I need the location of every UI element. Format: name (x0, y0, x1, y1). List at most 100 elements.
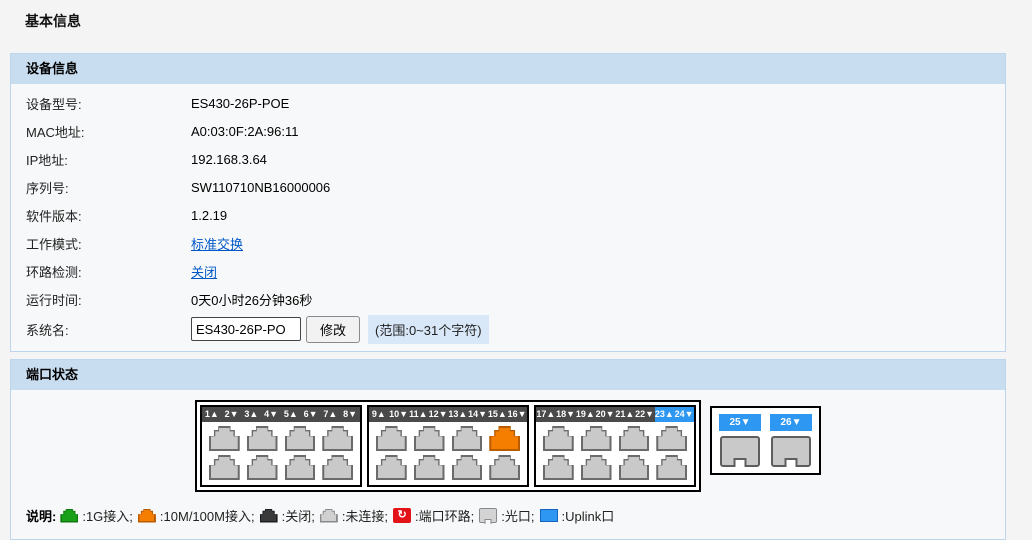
fiber-port-box: 25▼ 26▼ (710, 406, 821, 475)
port-25[interactable] (720, 436, 760, 467)
port-17[interactable] (543, 426, 574, 451)
port-label-6: 6▼ (301, 407, 321, 422)
port-label-7: 7▲ (321, 407, 341, 422)
port-status-body: 1▲2▼3▲4▼5▲6▼7▲8▼9▲10▼11▲12▼13▲14▼15▲16▼1… (11, 390, 1005, 539)
device-info-row: 序列号:SW110710NB16000006 (11, 173, 1005, 201)
legend-item-6: :Uplink口 (540, 506, 615, 525)
system-name-hint: (范围:0~31个字符) (368, 315, 489, 344)
port-label-26[interactable]: 26▼ (770, 414, 812, 431)
port-1[interactable] (209, 426, 240, 451)
port-connector-icon (416, 457, 443, 478)
port-label-15: 15▲ (488, 407, 508, 422)
legend-port-icon (138, 509, 156, 523)
device-info-row: 设备型号:ES430-26P-POE (11, 89, 1005, 117)
port-connector-icon (658, 428, 685, 449)
port-chassis: 1▲2▼3▲4▼5▲6▼7▲8▼9▲10▼11▲12▼13▲14▼15▲16▼1… (195, 400, 701, 492)
port-group-header: 17▲18▼19▲20▼21▲22▼23▲24▼ (536, 407, 694, 422)
port-group: 9▲10▼11▲12▼13▲14▼15▲16▼ (367, 405, 529, 487)
row-label: 软件版本: (11, 206, 191, 225)
port-label-18: 18▼ (556, 407, 576, 422)
port-group: 1▲2▼3▲4▼5▲6▼7▲8▼ (200, 405, 362, 487)
loop-icon: ↻ (393, 508, 411, 523)
port-label-24: 24▼ (674, 407, 694, 422)
port-13[interactable] (452, 426, 483, 451)
value-link[interactable]: 关闭 (191, 262, 217, 281)
uplink-icon (540, 509, 558, 522)
device-info-row: 软件版本:1.2.19 (11, 201, 1005, 229)
modify-button[interactable]: 修改 (306, 316, 360, 343)
port-20[interactable] (581, 455, 612, 480)
port-19[interactable] (581, 426, 612, 451)
port-14[interactable] (452, 455, 483, 480)
port-12[interactable] (414, 455, 445, 480)
port-3[interactable] (247, 426, 278, 451)
port-21[interactable] (619, 426, 650, 451)
port-connector-icon (621, 457, 648, 478)
row-label: 运行时间: (11, 290, 191, 309)
port-connector-icon (211, 457, 238, 478)
port-2[interactable] (209, 455, 240, 480)
row-value: 标准交换 (191, 234, 243, 253)
row-value: 1.2.19 (191, 208, 227, 223)
port-16[interactable] (489, 455, 520, 480)
port-6[interactable] (285, 455, 316, 480)
legend-label: :Uplink口 (562, 506, 615, 525)
legend-label: :10M/100M接入; (160, 506, 255, 525)
fiber-port-column: 26▼ (770, 414, 812, 467)
port-label-19: 19▲ (576, 407, 596, 422)
port-label-23: 23▲ (655, 407, 675, 422)
port-connector-icon (211, 428, 238, 449)
row-value: A0:03:0F:2A:96:11 (191, 124, 298, 139)
page-title: 基本信息 (0, 0, 1032, 31)
port-7[interactable] (322, 426, 353, 451)
legend-port-icon (320, 509, 338, 523)
legend-port-icon (60, 509, 78, 523)
port-15[interactable] (489, 426, 520, 451)
port-label-3: 3▲ (242, 407, 262, 422)
port-connector-icon (583, 428, 610, 449)
fiber-port-icon (479, 508, 497, 523)
port-5[interactable] (285, 426, 316, 451)
port-18[interactable] (543, 455, 574, 480)
system-name-input[interactable] (191, 317, 301, 341)
row-label: 设备型号: (11, 94, 191, 113)
port-group-ports (536, 422, 694, 485)
port-connector-icon (583, 457, 610, 478)
device-info-row: 环路检测:关闭 (11, 257, 1005, 285)
legend-title: 说明: (26, 506, 56, 525)
port-10[interactable] (376, 455, 407, 480)
port-connector-icon (378, 428, 405, 449)
port-24[interactable] (656, 455, 687, 480)
row-label: 工作模式: (11, 234, 191, 253)
port-label-25[interactable]: 25▼ (719, 414, 761, 431)
value-link[interactable]: 标准交换 (191, 234, 243, 253)
port-26[interactable] (771, 436, 811, 467)
device-info-row: IP地址:192.168.3.64 (11, 145, 1005, 173)
row-label: 序列号: (11, 178, 191, 197)
port-22[interactable] (619, 455, 650, 480)
port-8[interactable] (322, 455, 353, 480)
port-label-13: 13▲ (448, 407, 468, 422)
port-label-14: 14▼ (468, 407, 488, 422)
port-label-10: 10▼ (389, 407, 409, 422)
port-4[interactable] (247, 455, 278, 480)
row-label: 环路检测: (11, 262, 191, 281)
port-connector-icon (658, 457, 685, 478)
port-label-5: 5▲ (281, 407, 301, 422)
port-label-12: 12▼ (428, 407, 448, 422)
port-connector-icon (324, 457, 351, 478)
port-23[interactable] (656, 426, 687, 451)
legend-item-2: :关闭; (260, 506, 315, 525)
port-connector-icon (287, 428, 314, 449)
port-label-4: 4▼ (261, 407, 281, 422)
port-connector-icon (324, 428, 351, 449)
port-connector-icon (378, 457, 405, 478)
legend-label: :未连接; (342, 506, 388, 525)
port-group-header: 9▲10▼11▲12▼13▲14▼15▲16▼ (369, 407, 527, 422)
port-9[interactable] (376, 426, 407, 451)
port-11[interactable] (414, 426, 445, 451)
port-group-header: 1▲2▼3▲4▼5▲6▼7▲8▼ (202, 407, 360, 422)
device-info-rows: 设备型号:ES430-26P-POEMAC地址:A0:03:0F:2A:96:1… (11, 89, 1005, 313)
device-info-header: 设备信息 (11, 54, 1005, 84)
port-label-11: 11▲ (409, 407, 429, 422)
